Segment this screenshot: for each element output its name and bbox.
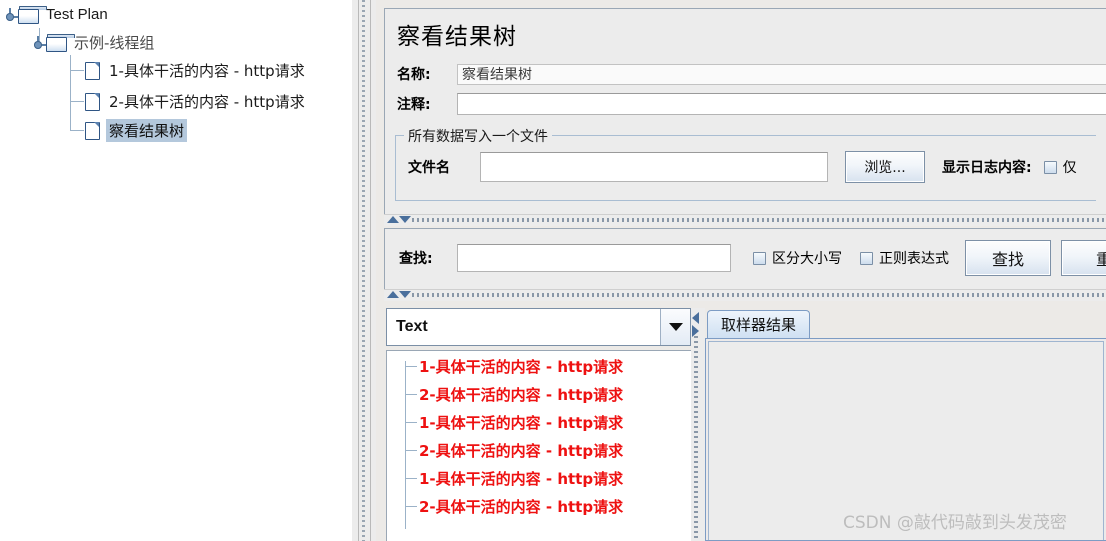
log-only-label: 仅	[1062, 160, 1077, 176]
find-label: 查找:	[399, 251, 433, 267]
tree-connector	[70, 55, 71, 130]
log-only-checkbox[interactable]	[1043, 160, 1057, 174]
result-item[interactable]: 1-具体干活的内容 - http请求	[419, 410, 623, 434]
tree-node-label: 1-具体干活的内容 - http请求	[109, 61, 305, 80]
folder-icon	[18, 5, 47, 24]
result-item-label: 1-具体干活的内容 - http请求	[419, 469, 624, 488]
document-icon	[84, 61, 101, 80]
results-tree-list[interactable]: 1-具体干活的内容 - http请求 2-具体干活的内容 - http请求 1-…	[386, 350, 693, 541]
filename-input[interactable]	[480, 152, 828, 182]
name-input[interactable]: 察看结果树	[457, 63, 1106, 85]
render-format-combobox[interactable]: Text	[386, 308, 691, 346]
regex-label: 正则表达式	[879, 251, 949, 267]
splitter-line	[384, 289, 1106, 290]
result-connector	[405, 478, 417, 479]
test-plan-tree[interactable]: Test Plan 示例-线程组 1-具体干活的内容 - http请求 2-具体…	[0, 0, 352, 541]
expand-handle-icon[interactable]	[2, 6, 21, 22]
splitter-grip[interactable]	[361, 0, 368, 541]
tree-connector	[70, 101, 84, 102]
result-connector	[405, 394, 417, 395]
search-row: 查找: 区分大小写 正则表达式 查找 重	[399, 240, 1106, 276]
collapse-down-icon[interactable]	[399, 291, 411, 298]
find-button[interactable]: 查找	[965, 240, 1051, 276]
write-all-data-group: 所有数据写入一个文件 文件名 浏览... 显示日志内容: 仅	[395, 126, 1096, 201]
splitter-grip[interactable]	[412, 293, 1106, 297]
result-item[interactable]: 2-具体干活的内容 - http请求	[419, 438, 623, 462]
result-item-label: 2-具体干活的内容 - http请求	[419, 385, 624, 404]
result-connector	[405, 450, 417, 451]
name-label: 名称:	[397, 67, 431, 83]
result-item-label: 2-具体干活的内容 - http请求	[419, 441, 624, 460]
tree-node-http-request-2[interactable]: 2-具体干活的内容 - http请求	[84, 89, 308, 113]
log-display-label: 显示日志内容:	[942, 160, 1032, 176]
tree-node-label: 2-具体干活的内容 - http请求	[109, 92, 305, 111]
config-panel: 察看结果树 名称: 察看结果树 注释: 所有数据写入一个文件 文件名 浏览...…	[384, 8, 1106, 215]
folder-icon	[46, 33, 75, 52]
comment-row: 注释:	[397, 91, 1106, 117]
result-connector	[405, 422, 417, 423]
result-item[interactable]: 2-具体干活的内容 - http请求	[419, 382, 623, 406]
tab-label: 取样器结果	[721, 316, 797, 334]
result-item[interactable]: 2-具体干活的内容 - http请求	[419, 494, 623, 518]
watermark: CSDN @敲代码敲到头发茂密	[843, 513, 1067, 533]
view-results-tree-panel: 察看结果树 名称: 察看结果树 注释: 所有数据写入一个文件 文件名 浏览...…	[376, 0, 1106, 541]
page-title: 察看结果树	[397, 24, 517, 50]
case-sensitive-checkbox[interactable]	[753, 251, 766, 265]
search-panel: 查找: 区分大小写 正则表达式 查找 重	[384, 228, 1106, 290]
tree-connector	[70, 70, 84, 71]
case-sensitive-label: 区分大小写	[772, 251, 842, 267]
expand-handle-icon[interactable]	[30, 34, 49, 50]
tree-connector	[70, 130, 84, 131]
result-item-label: 2-具体干活的内容 - http请求	[419, 497, 624, 516]
result-item-label: 1-具体干活的内容 - http请求	[419, 357, 624, 376]
group-legend: 所有数据写入一个文件	[404, 126, 552, 146]
results-detail-splitter[interactable]	[691, 308, 705, 541]
horizontal-splitter-top[interactable]	[384, 214, 1106, 226]
chevron-down-icon[interactable]	[660, 309, 690, 345]
detail-tabstrip: 取样器结果	[705, 310, 1106, 340]
splitter-edge	[358, 0, 359, 541]
horizontal-splitter-bottom[interactable]	[384, 289, 1106, 301]
result-item-label: 1-具体干活的内容 - http请求	[419, 413, 624, 432]
result-item[interactable]: 1-具体干活的内容 - http请求	[419, 466, 623, 490]
collapse-left-icon[interactable]	[692, 312, 699, 324]
document-icon	[84, 92, 101, 111]
splitter-grip[interactable]	[694, 336, 698, 541]
comment-label: 注释:	[397, 97, 431, 113]
browse-button[interactable]: 浏览...	[845, 151, 925, 183]
tree-node-view-results-tree[interactable]: 察看结果树	[84, 118, 188, 142]
document-icon	[84, 121, 101, 140]
result-connector	[405, 506, 417, 507]
reset-button[interactable]: 重	[1061, 240, 1106, 276]
filename-label: 文件名	[408, 160, 450, 176]
render-format-value: Text	[396, 318, 428, 335]
name-row: 名称: 察看结果树	[397, 61, 1106, 87]
tree-node-label: 察看结果树	[106, 118, 188, 142]
filename-row: 文件名 浏览... 显示日志内容: 仅	[408, 151, 1077, 183]
collapse-down-icon[interactable]	[399, 216, 411, 223]
comment-input[interactable]	[457, 93, 1106, 115]
collapse-up-icon[interactable]	[387, 291, 399, 298]
tree-node-http-request-1[interactable]: 1-具体干活的内容 - http请求	[84, 58, 308, 82]
search-input[interactable]	[457, 244, 731, 272]
collapse-up-icon[interactable]	[387, 216, 399, 223]
tab-sampler-result[interactable]: 取样器结果	[707, 310, 811, 338]
tree-node-thread-group[interactable]: 示例-线程组	[30, 30, 157, 54]
splitter-grip[interactable]	[412, 218, 1106, 222]
result-connector	[405, 366, 417, 367]
tree-node-label: Test Plan	[46, 5, 108, 23]
splitter-edge	[370, 0, 371, 541]
tree-node-test-plan[interactable]: Test Plan	[2, 2, 111, 26]
splitter-line	[384, 214, 1106, 215]
app-window: Test Plan 示例-线程组 1-具体干活的内容 - http请求 2-具体…	[0, 0, 1106, 541]
result-item[interactable]: 1-具体干活的内容 - http请求	[419, 354, 623, 378]
regex-checkbox[interactable]	[860, 251, 873, 265]
tree-node-label: 示例-线程组	[74, 33, 155, 52]
main-splitter[interactable]	[352, 0, 376, 541]
result-connector	[405, 361, 406, 529]
